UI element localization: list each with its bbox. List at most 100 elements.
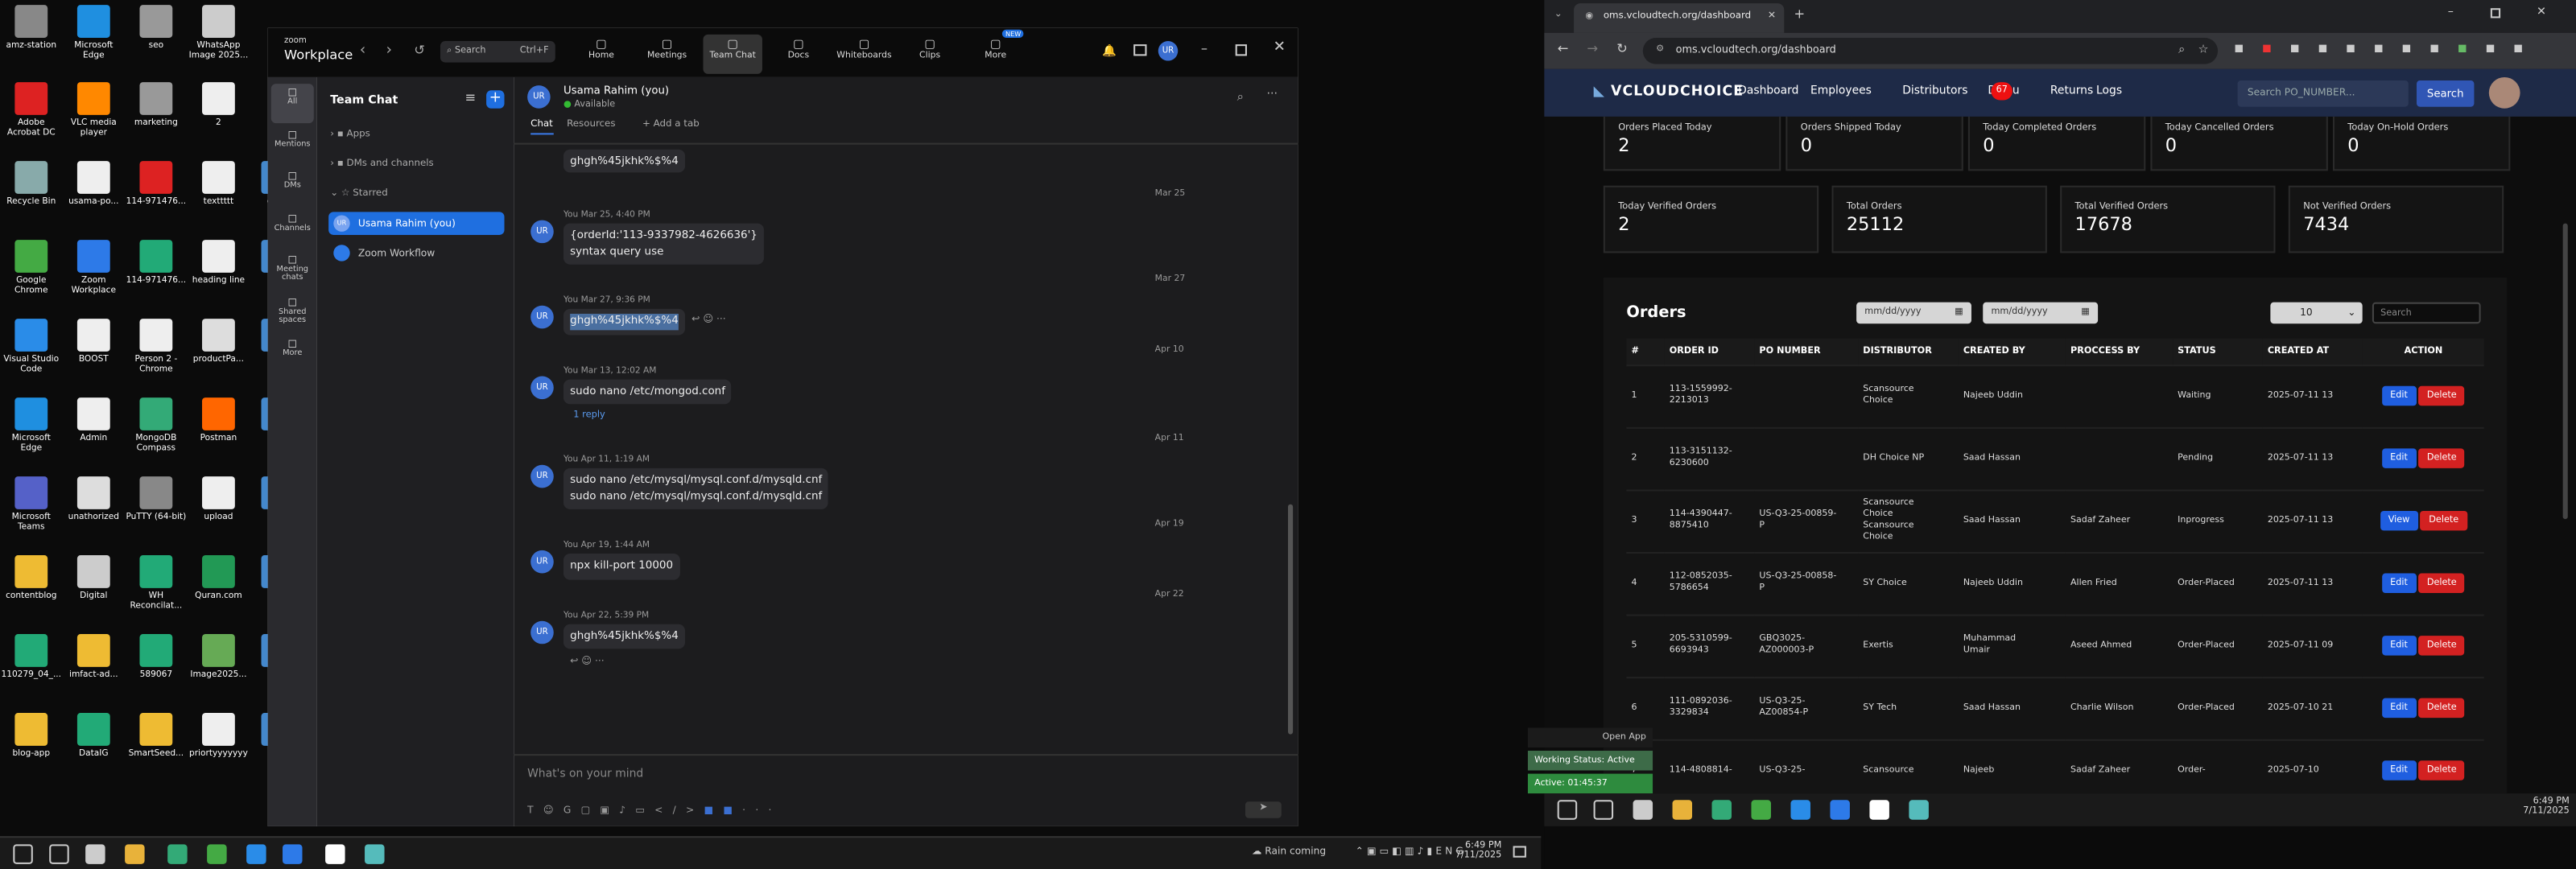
chat-search-icon[interactable]: ⌕	[1237, 90, 1244, 105]
window-icon[interactable]	[1133, 44, 1147, 56]
taskbar-app-icon[interactable]	[207, 844, 227, 864]
desktop-icon[interactable]: 114-971476...	[125, 161, 188, 207]
back-arrow-icon[interactable]: ‹	[360, 43, 365, 59]
delete-button[interactable]: Delete	[2418, 573, 2465, 594]
desktop-icon[interactable]: Recycle Bin	[0, 161, 63, 207]
message-bubble[interactable]: sudo nano /etc/mysql/mysql.conf.d/mysqld…	[563, 467, 829, 509]
taskbar-app-icon[interactable]	[246, 844, 266, 864]
tab-close-icon[interactable]: ✕	[1768, 10, 1776, 21]
edit-button[interactable]: Edit	[2381, 760, 2417, 781]
taskbar-app-icon[interactable]	[365, 844, 385, 864]
message-actions[interactable]: ↩ ☺ ···	[570, 656, 605, 667]
delete-button[interactable]: Delete	[2418, 698, 2465, 719]
desktop-icon[interactable]: MongoDB Compass	[125, 397, 188, 453]
desktop-icon[interactable]: priortyyyyyyy	[188, 713, 250, 759]
zoom-search[interactable]: ⌕ Search Ctrl+F	[440, 41, 555, 63]
window-minimize-icon[interactable]: –	[2448, 5, 2454, 18]
view-button[interactable]: View	[2380, 510, 2418, 531]
desktop-icon[interactable]: Quran.com	[188, 555, 250, 601]
gif-icon[interactable]: G	[564, 805, 581, 816]
taskbar-app-icon[interactable]	[1830, 800, 1850, 820]
orders-filter-input[interactable]: Search	[2372, 302, 2481, 324]
taskbar-app-icon[interactable]	[1869, 800, 1889, 820]
chat-item-self[interactable]: UR Usama Rahim (you)	[328, 212, 505, 235]
desktop-icon[interactable]: Zoom Workplace	[63, 240, 126, 295]
format-icon[interactable]: T	[527, 805, 543, 816]
desktop-icon[interactable]: Image2025...	[188, 634, 250, 680]
forward-icon[interactable]: →	[1587, 41, 1598, 56]
rail-meeting-chats[interactable]: ◻ Meeting chats	[271, 251, 314, 290]
taskbar-app-icon[interactable]	[1711, 800, 1732, 820]
desktop-icon[interactable]: unathorized	[63, 476, 126, 522]
desktop-icon[interactable]: 589067	[125, 634, 188, 680]
more-icon[interactable]: ···	[1266, 87, 1278, 100]
history-icon[interactable]: ↺	[414, 43, 425, 57]
extension-icon[interactable]: ■	[2318, 43, 2328, 54]
desktop-icon[interactable]: seo	[125, 5, 188, 51]
desktop-icon[interactable]: Google Chrome	[0, 240, 63, 295]
edit-button[interactable]: Edit	[2381, 448, 2417, 468]
zoom-nav-meetings[interactable]: ▢ Meetings	[638, 35, 696, 74]
start-icon[interactable]	[13, 844, 33, 864]
taskbar-app-icon[interactable]	[283, 844, 303, 864]
desktop-icon[interactable]: Visual Studio Code	[0, 319, 63, 374]
taskbar-app-icon[interactable]	[1672, 800, 1693, 820]
user-avatar[interactable]	[2488, 76, 2520, 109]
delete-button[interactable]: Delete	[2418, 760, 2465, 781]
delete-button[interactable]: Delete	[2418, 636, 2465, 656]
desktop-icon[interactable]: Admin	[63, 397, 126, 443]
starred-section[interactable]: ⌄ ☆ Starred	[330, 189, 388, 199]
extension-icon[interactable]: ■	[2513, 43, 2523, 54]
screenshot-icon[interactable]: ▣	[600, 805, 619, 816]
desktop-icon[interactable]: Adobe Acrobat DC	[0, 82, 63, 138]
chat-tab[interactable]: Resources	[567, 120, 615, 130]
more-tools-icon[interactable]: ···	[742, 805, 781, 816]
zoom-lens-icon[interactable]: ⌕	[2178, 43, 2185, 57]
zoom-nav-clips[interactable]: ▢ Clips	[900, 35, 959, 74]
edit-button[interactable]: Edit	[2381, 573, 2417, 594]
chat-scrollbar[interactable]	[1287, 504, 1294, 735]
zoom-nav-whiteboards[interactable]: ▢ Whiteboards	[835, 35, 894, 74]
weather-widget[interactable]: ☁ Rain coming	[1252, 846, 1326, 857]
taskbar-app-icon[interactable]	[1751, 800, 1771, 820]
chat-item-workflow[interactable]: Zoom Workflow	[358, 248, 435, 259]
desktop-icon[interactable]: amz-station	[0, 5, 63, 51]
rail-dms[interactable]: ◻ DMs	[271, 167, 314, 207]
taskbar-app-icon[interactable]	[85, 844, 105, 864]
desktop-icon[interactable]: Microsoft Edge	[63, 5, 126, 61]
desktop-icon[interactable]: blog-app	[0, 713, 63, 759]
window-maximize-icon[interactable]	[2490, 8, 2501, 19]
extension-icon[interactable]: ■	[2262, 43, 2272, 54]
search-icon[interactable]	[1593, 800, 1614, 820]
extension-icon[interactable]: ■	[2458, 43, 2467, 54]
extension-icon[interactable]: ■	[2234, 43, 2244, 54]
edit-button[interactable]: Edit	[2381, 698, 2417, 719]
desktop-icon[interactable]: WhatsApp Image 2025...	[188, 5, 250, 61]
extension-icon[interactable]: ■	[2429, 43, 2439, 54]
desktop-icon[interactable]: VLC media player	[63, 82, 126, 138]
nav-link-dashboard[interactable]: Dashboard	[1738, 84, 1798, 97]
message-bubble[interactable]: ghgh%45jkhk%$%4	[563, 149, 685, 173]
extension-icon[interactable]: ■	[2486, 43, 2496, 54]
back-icon[interactable]: ←	[1558, 41, 1569, 56]
date-to-input[interactable]: mm/dd/yyyy ▦	[1983, 302, 2099, 324]
zoom-nav-team-chat[interactable]: ▢ Team Chat	[703, 34, 762, 74]
site-info-icon[interactable]: ⚙	[1656, 44, 1664, 54]
desktop-icon[interactable]: heading line	[188, 240, 250, 286]
chat-tab[interactable]: Chat	[530, 120, 553, 135]
rail-all[interactable]: ◻ All	[270, 84, 314, 124]
rail-shared-spaces[interactable]: ◻ Shared spaces	[271, 293, 314, 332]
chat-tab[interactable]: + Add a tab	[642, 120, 700, 130]
po-search-input[interactable]: Search PO_NUMBER...	[2237, 80, 2409, 107]
nav-link-distributors[interactable]: Distributors	[1902, 84, 1967, 97]
message-composer[interactable]: What's on your mind	[527, 767, 643, 780]
zoom-nav-docs[interactable]: ▢ Docs	[769, 35, 828, 74]
rail-mentions[interactable]: ◻ Mentions	[271, 126, 314, 165]
rail-more[interactable]: ◻ More	[271, 335, 314, 374]
desktop-icon[interactable]: imfact-ad...	[63, 634, 126, 680]
message-bubble[interactable]: sudo nano /etc/mongod.conf	[563, 378, 733, 405]
zoom-nav-home[interactable]: ▢ Home	[572, 35, 630, 74]
desktop-icon[interactable]: BOOST	[63, 319, 126, 364]
close-icon[interactable]: ✕	[1274, 39, 1286, 56]
mic-icon[interactable]: ♪	[619, 805, 635, 816]
